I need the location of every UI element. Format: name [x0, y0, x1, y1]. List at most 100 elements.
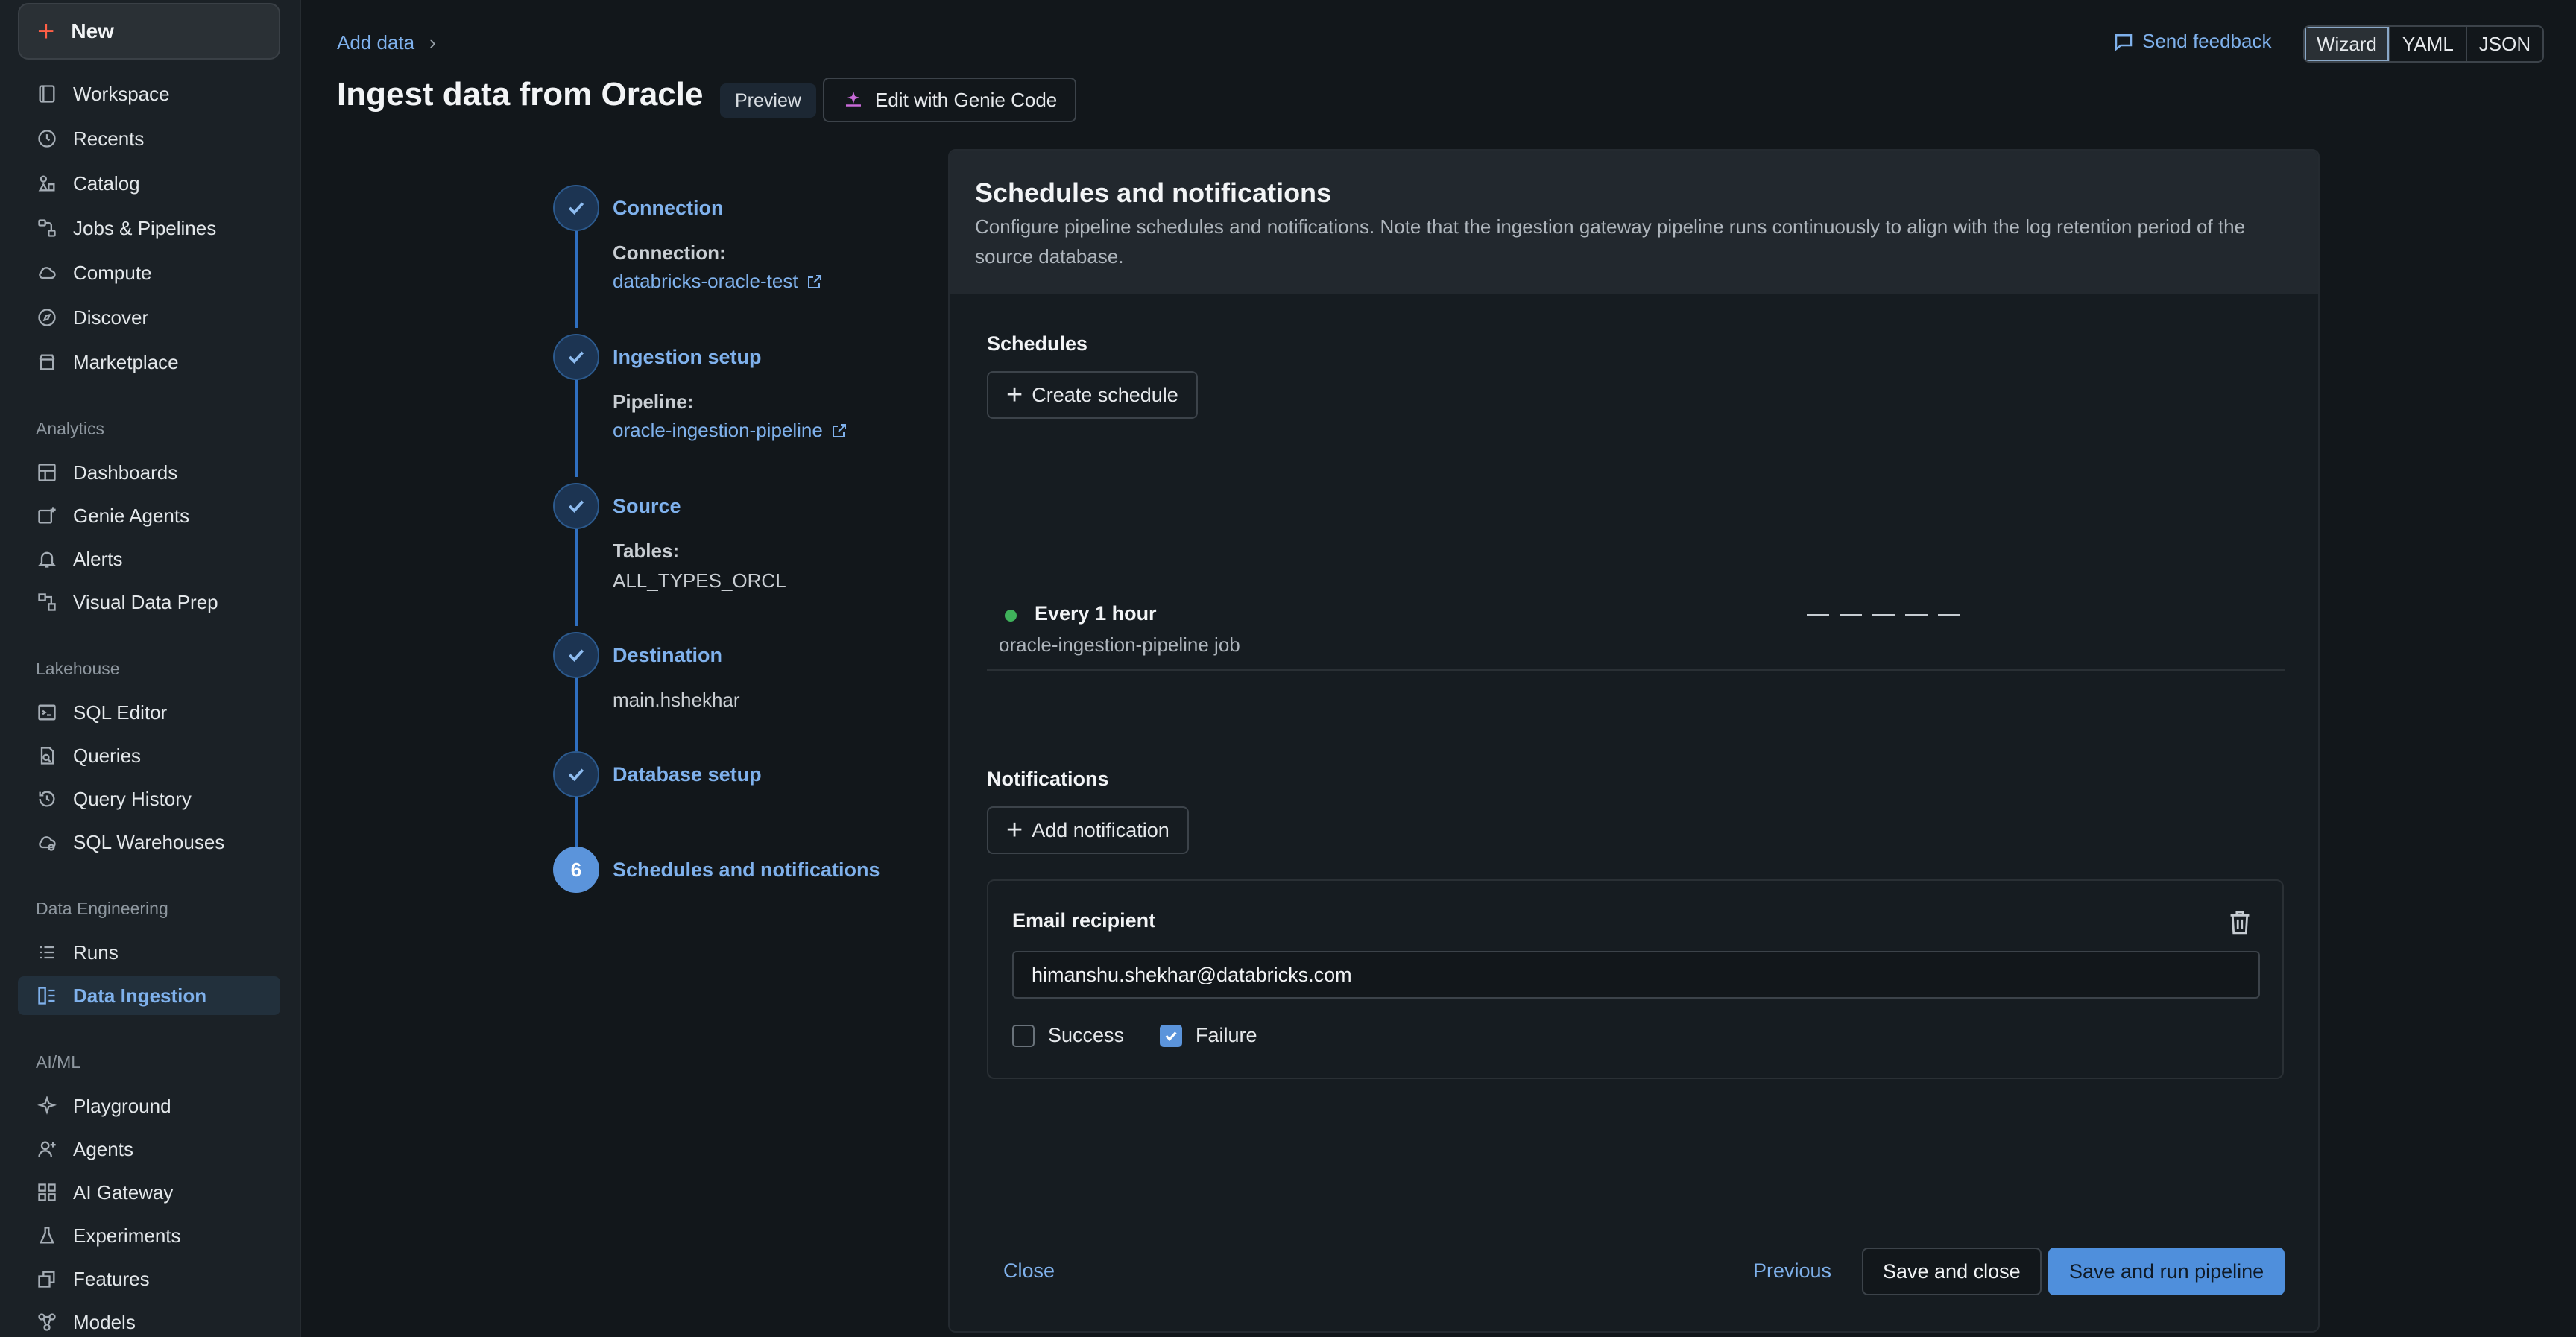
sidebar-item-label: Dashboards — [73, 461, 178, 484]
mode-wizard[interactable]: Wizard — [2305, 27, 2390, 61]
sidebar-item-label: Models — [73, 1310, 136, 1333]
success-checkbox[interactable] — [1012, 1024, 1035, 1047]
section-analytics: Analytics — [36, 419, 105, 438]
previous-button[interactable]: Previous — [1753, 1259, 1831, 1283]
create-schedule-label: Create schedule — [1032, 383, 1178, 406]
step-database-complete[interactable] — [553, 751, 599, 797]
step-ingestion-complete[interactable] — [553, 334, 599, 380]
step-connector — [575, 231, 578, 328]
main-content: Add data › Ingest data from Oracle Previ… — [300, 0, 2576, 1337]
step-connection-title[interactable]: Connection — [613, 197, 724, 220]
success-checkbox-row[interactable]: Success — [1012, 1024, 1124, 1047]
sidebar-item-query-history[interactable]: Query History — [18, 780, 280, 818]
plus-icon: + — [1006, 379, 1023, 411]
sidebar-item-runs[interactable]: Runs — [18, 933, 280, 972]
genie-icon — [36, 505, 58, 527]
sidebar-item-compute[interactable]: Compute — [18, 253, 280, 292]
email-recipient-input[interactable] — [1012, 951, 2260, 999]
panel-description: Configure pipeline schedules and notific… — [975, 215, 2246, 268]
step-source-label: Tables: — [613, 540, 680, 562]
schedule-row[interactable]: Every 1 hour oracle-ingestion-pipeline j… — [987, 592, 2285, 671]
sidebar-item-ai-gateway[interactable]: AI Gateway — [18, 1173, 280, 1212]
check-icon — [568, 768, 584, 781]
add-notification-button[interactable]: + Add notification — [987, 806, 1189, 854]
step-schedules-current[interactable]: 6 — [553, 847, 599, 893]
sidebar-item-workspace[interactable]: Workspace — [18, 75, 280, 113]
sidebar-item-features[interactable]: Features — [18, 1259, 280, 1298]
external-link-icon — [832, 423, 846, 437]
sidebar-item-data-ingestion[interactable]: Data Ingestion — [18, 976, 280, 1015]
sidebar-item-jobs-pipelines[interactable]: Jobs & Pipelines — [18, 209, 280, 247]
queries-icon — [36, 745, 58, 767]
sidebar-item-genie-agents[interactable]: Genie Agents — [18, 496, 280, 535]
step-ingestion-title[interactable]: Ingestion setup — [613, 346, 762, 369]
notifications-section-title: Notifications — [987, 768, 1109, 790]
breadcrumb-add-data[interactable]: Add data — [337, 31, 414, 54]
sidebar-item-visual-data-prep[interactable]: Visual Data Prep — [18, 583, 280, 622]
save-and-close-button[interactable]: Save and close — [1862, 1248, 2042, 1295]
email-recipient-card: Email recipient Success Failure — [987, 879, 2284, 1079]
dashboard-icon — [36, 461, 58, 484]
success-label: Success — [1048, 1024, 1125, 1046]
step-database-title[interactable]: Database setup — [613, 763, 762, 786]
failure-checkbox[interactable] — [1160, 1024, 1182, 1047]
sidebar-item-discover[interactable]: Discover — [18, 298, 280, 337]
step-schedules-title[interactable]: Schedules and notifications — [613, 859, 880, 882]
sidebar-item-dashboards[interactable]: Dashboards — [18, 453, 280, 492]
new-button-label: New — [71, 19, 114, 42]
clock-icon — [36, 127, 58, 150]
section-aiml: AI/ML — [36, 1052, 81, 1072]
sidebar-item-label: Alerts — [73, 547, 123, 570]
runs-icon — [36, 941, 58, 964]
bell-icon — [36, 548, 58, 570]
external-link-icon — [807, 274, 821, 288]
status-dot-icon — [1005, 610, 1017, 622]
step-destination-title[interactable]: Destination — [613, 644, 722, 667]
sidebar-item-playground[interactable]: Playground — [18, 1087, 280, 1125]
sidebar-item-marketplace[interactable]: Marketplace — [18, 343, 280, 382]
sidebar-item-agents[interactable]: Agents — [18, 1130, 280, 1169]
preview-badge: Preview — [720, 83, 816, 118]
sidebar-item-label: Marketplace — [73, 350, 179, 373]
sidebar-item-catalog[interactable]: Catalog — [18, 164, 280, 203]
connection-link[interactable]: databricks-oracle-test — [613, 270, 824, 293]
save-and-run-pipeline-button[interactable]: Save and run pipeline — [2048, 1248, 2285, 1295]
section-lakehouse: Lakehouse — [36, 659, 120, 678]
schedule-placeholder-dashes — [1807, 614, 1960, 616]
sidebar-item-recents[interactable]: Recents — [18, 119, 280, 158]
step-source-complete[interactable] — [553, 483, 599, 529]
panel-title: Schedules and notifications — [975, 177, 1332, 208]
page-title: Ingest data from Oracle — [337, 76, 704, 113]
sidebar-item-alerts[interactable]: Alerts — [18, 540, 280, 578]
new-button[interactable]: + New — [18, 3, 280, 60]
warehouse-icon — [36, 831, 58, 853]
mode-yaml[interactable]: YAML — [2390, 27, 2467, 61]
edit-with-genie-code-button[interactable]: Edit with Genie Code — [823, 78, 1077, 122]
breadcrumb: Add data › — [337, 31, 436, 54]
step-source-title[interactable]: Source — [613, 495, 681, 518]
sql-editor-icon — [36, 701, 58, 724]
schedule-subtitle: oracle-ingestion-pipeline job — [999, 633, 1240, 656]
failure-checkbox-row[interactable]: Failure — [1160, 1024, 1257, 1047]
sidebar-item-sql-warehouses[interactable]: SQL Warehouses — [18, 823, 280, 862]
sidebar-item-queries[interactable]: Queries — [18, 736, 280, 775]
create-schedule-button[interactable]: + Create schedule — [987, 371, 1198, 419]
sidebar-item-label: Runs — [73, 941, 119, 964]
trash-icon[interactable] — [2227, 909, 2253, 936]
sidebar-item-experiments[interactable]: Experiments — [18, 1216, 280, 1255]
send-feedback-link[interactable]: Send feedback — [2112, 30, 2271, 53]
sidebar-item-label: Visual Data Prep — [73, 590, 218, 613]
step-connection-complete[interactable] — [553, 185, 599, 231]
workspace-icon — [36, 83, 58, 105]
jobs-icon — [36, 217, 58, 239]
sidebar-item-sql-editor[interactable]: SQL Editor — [18, 693, 280, 732]
sidebar-item-label: Experiments — [73, 1224, 181, 1247]
close-button[interactable]: Close — [1003, 1259, 1055, 1283]
pipeline-link[interactable]: oracle-ingestion-pipeline — [613, 419, 848, 442]
step-destination-complete[interactable] — [553, 632, 599, 678]
sidebar-item-models[interactable]: Models — [18, 1303, 280, 1337]
mode-json[interactable]: JSON — [2467, 27, 2542, 61]
send-feedback-label: Send feedback — [2142, 30, 2272, 52]
plus-icon: + — [37, 15, 55, 48]
check-icon — [568, 202, 584, 215]
